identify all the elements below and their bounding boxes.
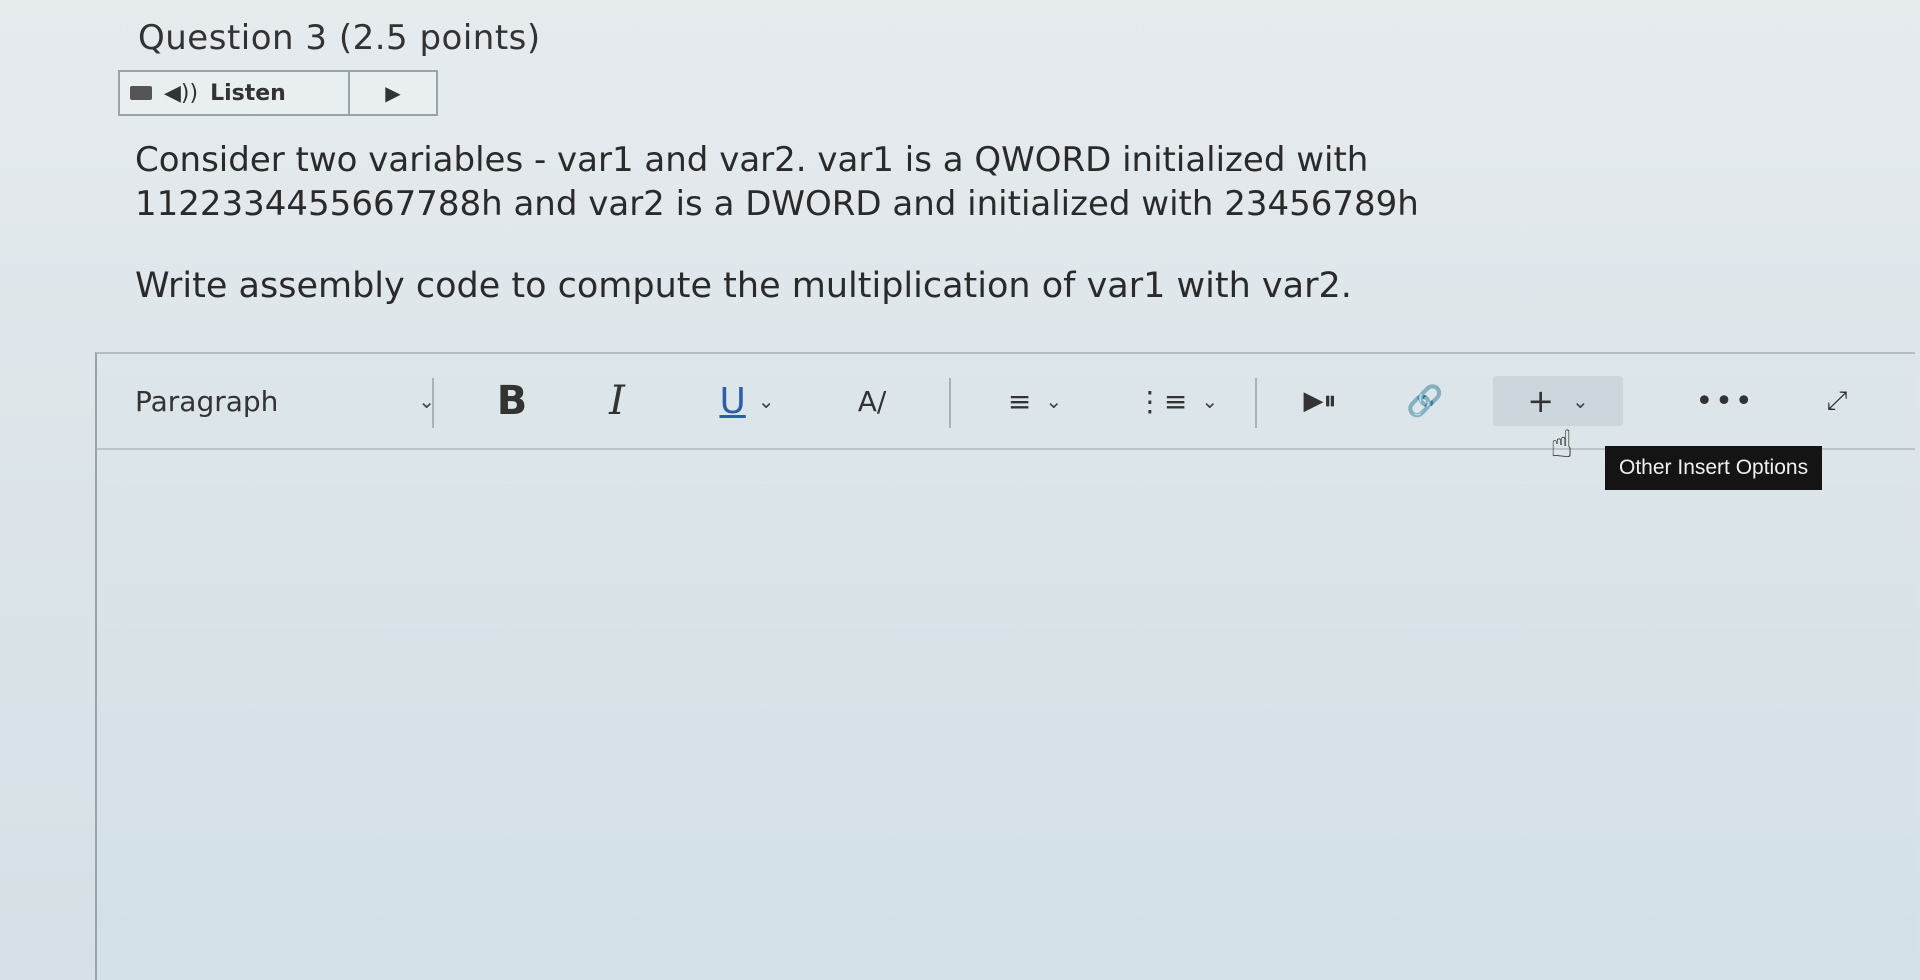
list-icon: ⋮≡ xyxy=(1135,384,1188,418)
ellipsis-icon: ••• xyxy=(1695,383,1755,419)
underline-icon: U xyxy=(719,380,746,422)
rich-text-editor: Paragraph ⌄ B I U ⌄ A/ ≡ ⌄ ⋮≡ ⌄ ▶⏸ 🔗 + ⌄… xyxy=(95,352,1915,980)
question-prompt: Consider two variables - var1 and var2. … xyxy=(135,138,1655,308)
plus-icon: + xyxy=(1527,382,1555,420)
insert-link-button[interactable]: 🔗 xyxy=(1395,376,1455,426)
toolbar-divider xyxy=(432,378,434,428)
paragraph-format-dropdown[interactable]: Paragraph ⌄ xyxy=(135,376,435,426)
page: Question 3 (2.5 points) ◀)) Listen ▶ Con… xyxy=(0,0,1920,980)
menu-icon[interactable] xyxy=(130,86,152,100)
prompt-text-2: Write assembly code to compute the multi… xyxy=(135,266,1352,306)
prompt-text-1: Consider two variables - var1 and var2. … xyxy=(135,140,1419,224)
media-icon: ▶⏸ xyxy=(1303,385,1337,416)
paragraph-format-label: Paragraph xyxy=(135,384,279,418)
toolbar-divider xyxy=(1255,378,1257,428)
listen-toolbar: ◀)) Listen ▶ xyxy=(118,70,438,116)
listen-label: Listen xyxy=(210,80,286,106)
align-icon: ≡ xyxy=(1007,384,1032,418)
chevron-down-icon: ⌄ xyxy=(757,389,775,413)
bold-button[interactable]: B xyxy=(482,376,542,426)
speaker-icon: ◀)) xyxy=(164,80,199,106)
text-format-button[interactable]: A/ xyxy=(837,376,907,426)
listen-button[interactable]: ◀)) Listen xyxy=(120,72,350,114)
play-button[interactable]: ▶ xyxy=(350,81,436,105)
fullscreen-button[interactable]: ⤢ xyxy=(1807,376,1867,426)
italic-button[interactable]: I xyxy=(587,376,647,426)
toolbar-divider xyxy=(949,378,951,428)
chevron-down-icon: ⌄ xyxy=(1045,389,1063,413)
insert-media-button[interactable]: ▶⏸ xyxy=(1285,376,1355,426)
question-title: Question 3 (2.5 points) xyxy=(138,18,541,58)
editor-content-area[interactable] xyxy=(97,450,1915,980)
link-icon: 🔗 xyxy=(1406,383,1444,419)
align-dropdown[interactable]: ≡ ⌄ xyxy=(985,376,1085,426)
chevron-down-icon: ⌄ xyxy=(1572,389,1589,413)
underline-button[interactable]: U ⌄ xyxy=(697,376,797,426)
play-icon: ▶ xyxy=(385,81,401,105)
chevron-down-icon: ⌄ xyxy=(1201,389,1219,413)
expand-icon: ⤢ xyxy=(1826,385,1848,416)
list-dropdown[interactable]: ⋮≡ ⌄ xyxy=(1127,376,1227,426)
more-actions-button[interactable]: ••• xyxy=(1695,376,1755,426)
other-insert-options-button[interactable]: + ⌄ xyxy=(1493,376,1623,426)
font-color-icon: A/ xyxy=(857,384,887,418)
editor-toolbar: Paragraph ⌄ B I U ⌄ A/ ≡ ⌄ ⋮≡ ⌄ ▶⏸ 🔗 + ⌄… xyxy=(97,354,1915,490)
